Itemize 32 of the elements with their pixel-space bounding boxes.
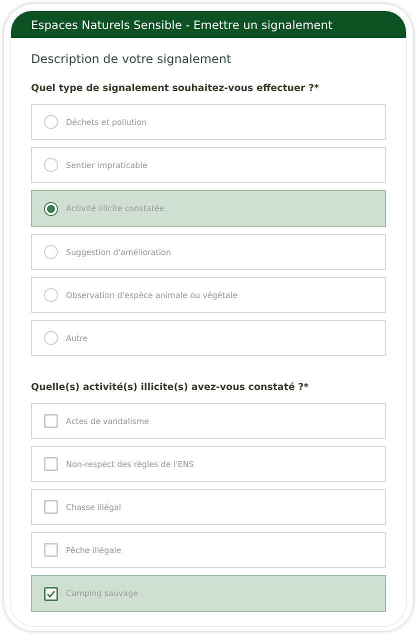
checkbox[interactable] <box>44 586 58 600</box>
option-label: Déchets et pollution <box>66 118 147 126</box>
page-title: Espaces Naturels Sensible - Emettre un signalement <box>31 18 333 32</box>
option-label: Chasse illégal <box>66 502 122 512</box>
checkbox-option[interactable]: Non-respect des règles de l'ENS <box>31 446 386 482</box>
checkbox-option[interactable]: Chasse illégal <box>31 489 386 525</box>
radio-option[interactable]: Sentier impraticable <box>31 147 386 183</box>
checkbox[interactable] <box>44 500 58 514</box>
radio-option[interactable]: Suggestion d'amélioration <box>31 234 386 270</box>
radio-option[interactable]: Déchets et pollution <box>31 104 386 140</box>
checkbox-option[interactable]: Camping sauvage <box>31 575 386 612</box>
option-label: Activité illicite constatée <box>66 204 164 213</box>
checkbox[interactable] <box>44 543 58 557</box>
option-label: Non-respect des règles de l'ENS <box>66 460 194 468</box>
option-label: Camping sauvage <box>66 589 138 598</box>
radio-button[interactable] <box>44 202 58 216</box>
radio-option[interactable]: Autre <box>31 320 386 356</box>
option-label: Suggestion d'amélioration <box>66 248 172 256</box>
radio-option[interactable]: Activité illicite constatée <box>31 190 386 227</box>
option-label: Sentier impraticable <box>66 160 148 170</box>
checkbox[interactable] <box>44 414 58 428</box>
checkbox[interactable] <box>44 457 58 471</box>
radio-option[interactable]: Observation d'espèce animale ou végétale <box>31 277 386 313</box>
section-title: Description de votre signalement <box>31 52 232 66</box>
checkbox-option[interactable]: Pêche illégale <box>31 532 386 568</box>
checkbox-option[interactable]: Actes de vandalisme <box>31 403 386 439</box>
option-label: Observation d'espèce animale ou végétale <box>66 290 238 300</box>
option-label: Autre <box>66 334 88 342</box>
question-label: Quelle(s) activité(s) illicite(s) avez-vous constaté ?* <box>31 382 310 393</box>
option-label: Pêche illégale <box>66 546 122 554</box>
question-label: Quel type de signalement souhaitez-vous effectuer ?* <box>31 83 320 94</box>
option-label: Actes de vandalisme <box>66 416 150 426</box>
